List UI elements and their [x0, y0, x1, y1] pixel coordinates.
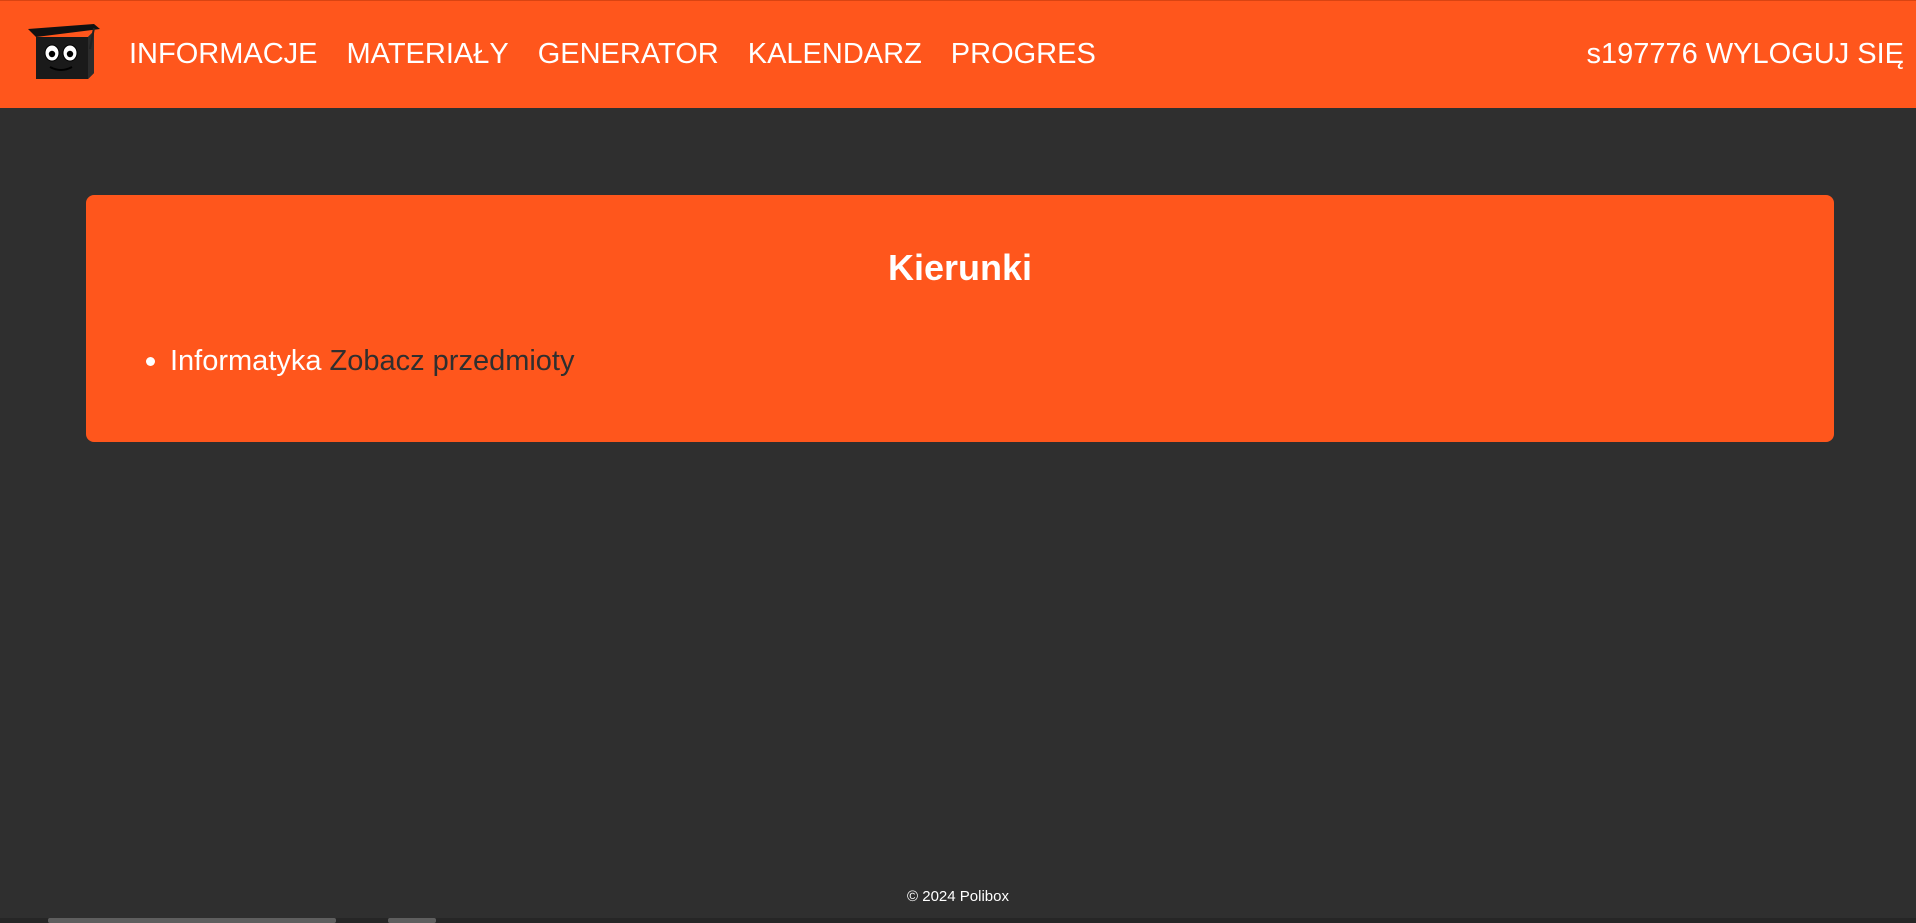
nav-item-materialy[interactable]: MATERIAŁY — [347, 38, 509, 70]
course-list: Informatyka Zobacz przedmioty — [144, 344, 575, 378]
nav-item-progres[interactable]: PROGRES — [951, 38, 1096, 70]
bullet-icon — [146, 356, 155, 366]
copyright-text: © 2024 Polibox — [907, 888, 1009, 905]
page-title: Kierunki — [887, 247, 1033, 288]
main-nav: INFORMACJE MATERIAŁY GENERATOR KALENDARZ… — [129, 37, 1096, 71]
course-name: Informatyka — [170, 345, 322, 377]
scrollbar-thumb-secondary[interactable] — [388, 918, 436, 923]
view-subjects-link[interactable]: Zobacz przedmioty — [330, 344, 575, 378]
logout-link[interactable]: WYLOGUJ SIĘ — [1706, 37, 1904, 71]
username-label: s197776 — [1586, 38, 1698, 70]
horizontal-scrollbar[interactable] — [0, 918, 1916, 923]
list-item: Informatyka Zobacz przedmioty — [144, 344, 575, 378]
nav-item-informacje[interactable]: INFORMACJE — [129, 38, 318, 70]
courses-card: Kierunki Informatyka Zobacz przedmioty — [86, 195, 1834, 442]
nav-item-generator[interactable]: GENERATOR — [538, 38, 719, 70]
user-area: s197776 WYLOGUJ SIĘ — [1587, 37, 1904, 71]
footer: © 2024 Polibox — [0, 888, 1916, 906]
nav-item-kalendarz[interactable]: KALENDARZ — [748, 38, 922, 70]
polibox-logo-icon[interactable] — [28, 23, 102, 81]
top-navbar: INFORMACJE MATERIAŁY GENERATOR KALENDARZ… — [0, 0, 1916, 108]
scrollbar-thumb[interactable] — [48, 918, 336, 923]
